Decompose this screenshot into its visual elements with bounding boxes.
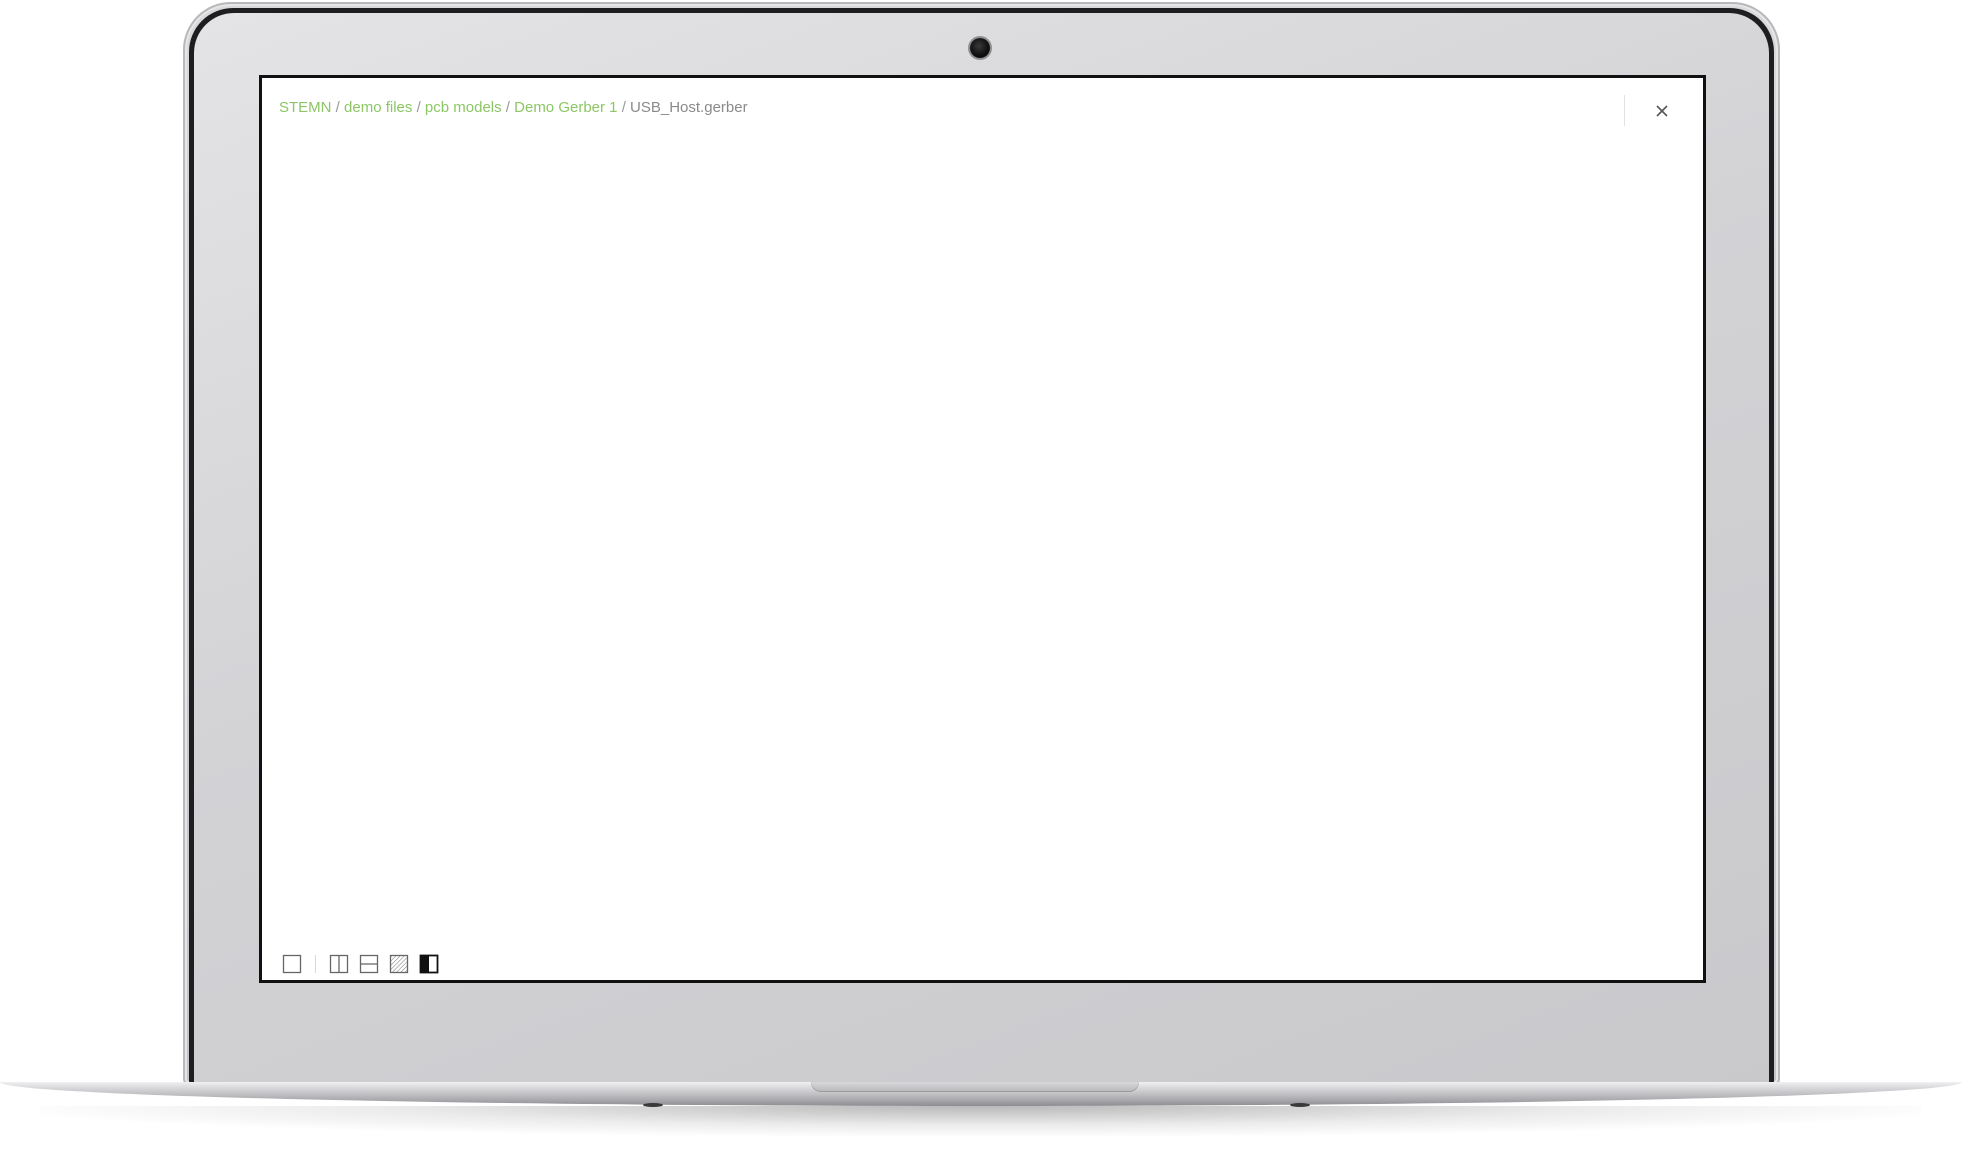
- split-vertical-icon: [329, 954, 349, 974]
- overlay-button[interactable]: [388, 953, 410, 975]
- breadcrumb-item-demo-gerber-1[interactable]: Demo Gerber 1: [514, 99, 617, 116]
- breadcrumb-item-stemn[interactable]: STEMN: [279, 99, 332, 116]
- breadcrumb-separator: /: [505, 99, 510, 116]
- breadcrumb-item-pcb-models[interactable]: pcb models: [425, 99, 502, 116]
- close-button[interactable]: [1651, 100, 1673, 122]
- breadcrumb-separator: /: [621, 99, 626, 116]
- single-pane-button[interactable]: [281, 953, 303, 975]
- laptop-shadow: [40, 1106, 1922, 1136]
- compare-half-icon: [419, 954, 439, 974]
- toolbar-divider: [315, 955, 316, 973]
- breadcrumb-separator: /: [335, 99, 340, 116]
- split-horizontal-button[interactable]: [358, 953, 380, 975]
- split-vertical-button[interactable]: [328, 953, 350, 975]
- close-icon: [1656, 105, 1668, 117]
- laptop-mockup: STEMN / demo files / pcb models / Demo G…: [0, 0, 1962, 1157]
- compare-button[interactable]: [418, 953, 440, 975]
- laptop-screen: STEMN / demo files / pcb models / Demo G…: [259, 75, 1706, 983]
- laptop-foot: [1290, 1103, 1310, 1107]
- single-pane-icon: [282, 954, 302, 974]
- file-viewer: STEMN / demo files / pcb models / Demo G…: [262, 78, 1703, 980]
- breadcrumb-item-demo-files[interactable]: demo files: [344, 99, 412, 116]
- laptop-opening-notch: [811, 1082, 1139, 1092]
- laptop-foot: [643, 1103, 663, 1107]
- split-horizontal-icon: [359, 954, 379, 974]
- layout-toolbar: [281, 953, 448, 975]
- header-divider: [1624, 95, 1625, 126]
- breadcrumb-current-file: USB_Host.gerber: [630, 99, 748, 116]
- camera-icon: [970, 38, 990, 58]
- breadcrumb: STEMN / demo files / pcb models / Demo G…: [279, 99, 748, 116]
- breadcrumb-separator: /: [416, 99, 421, 116]
- overlay-hatch-icon: [389, 954, 409, 974]
